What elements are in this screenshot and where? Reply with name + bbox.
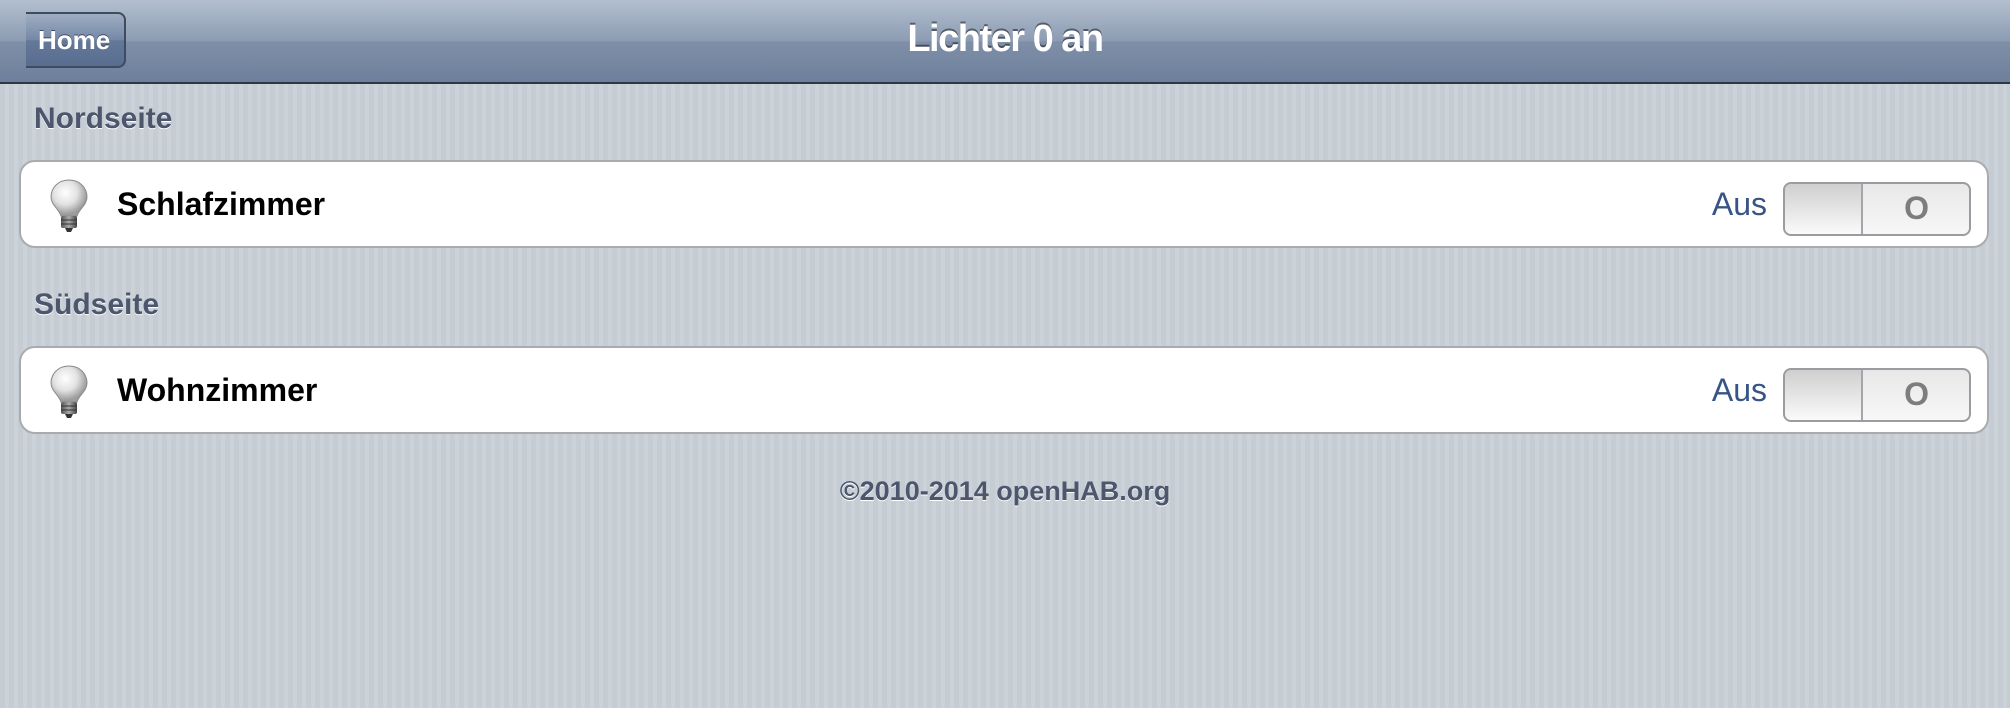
list-item-schlafzimmer: Schlafzimmer Aus O [19,160,1989,248]
item-state-schlafzimmer: Aus [1711,186,1767,222]
top-toolbar: Home Lichter 0 an [0,0,2010,84]
toggle-knob [1785,370,1863,420]
home-back-button-label: Home [38,25,111,55]
lightbulb-icon [50,365,88,418]
toggle-knob [1785,184,1863,234]
item-label-wohnzimmer: Wohnzimmer [117,372,318,408]
list-item-wohnzimmer: Wohnzimmer Aus O [19,346,1989,434]
toggle-switch-schlafzimmer[interactable]: O [1783,182,1971,236]
section-header-suedseite: Südseite [34,288,160,321]
toggle-switch-wohnzimmer[interactable]: O [1783,368,1971,422]
lightbulb-icon [50,179,88,232]
copyright-footer: ©2010-2014 openHAB.org [839,476,1171,506]
item-state-wohnzimmer: Aus [1711,372,1767,408]
page-title: Lichter 0 an [907,18,1104,60]
section-header-nordseite: Nordseite [34,102,173,135]
item-label-schlafzimmer: Schlafzimmer [117,186,326,222]
toggle-off-label: O [1904,376,1929,412]
toggle-off-label: O [1904,190,1929,226]
